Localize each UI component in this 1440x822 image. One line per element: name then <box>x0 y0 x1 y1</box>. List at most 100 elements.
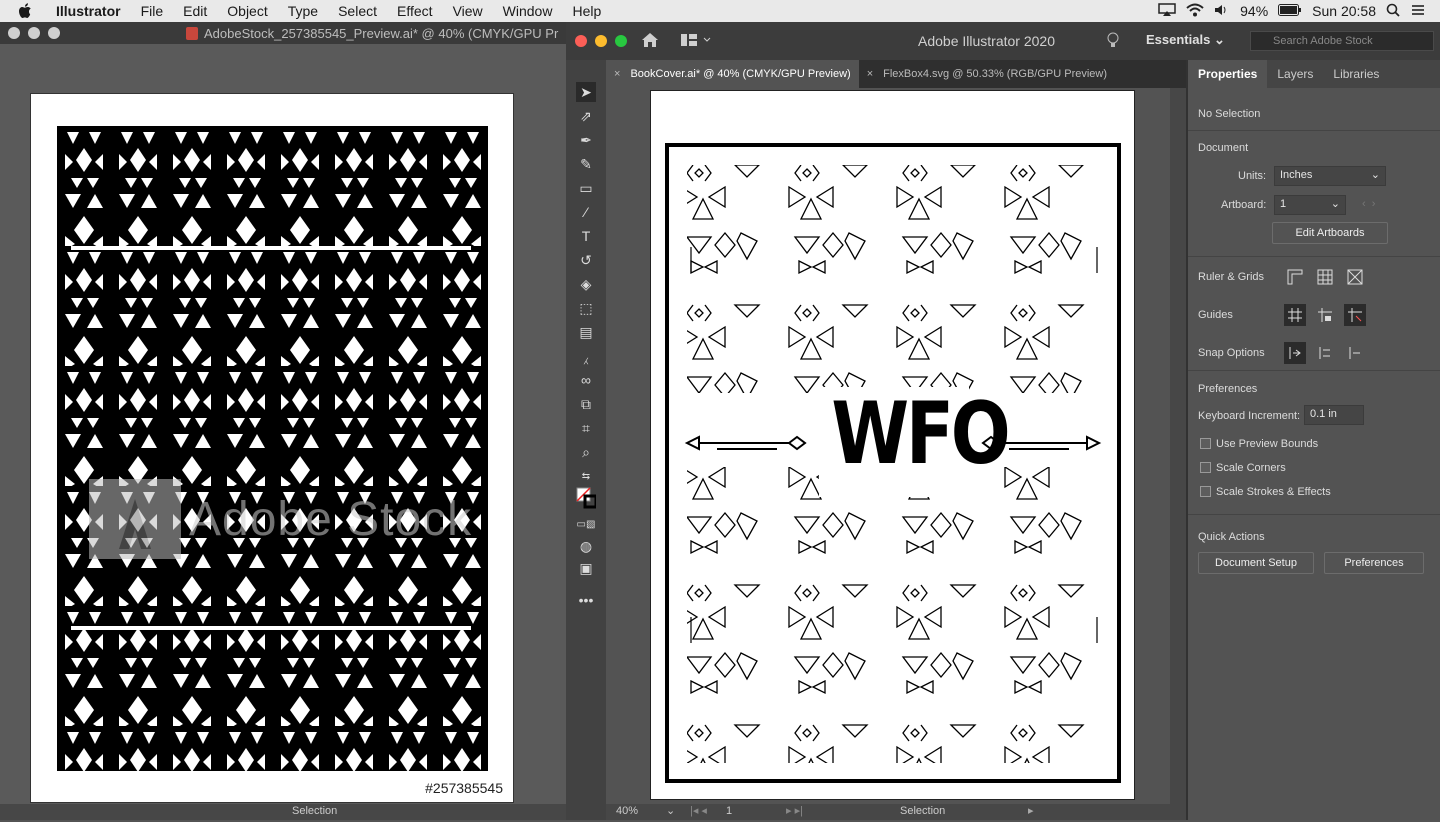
menu-file[interactable]: File <box>131 3 174 19</box>
ruler-grids-label: Ruler & Grids <box>1198 271 1265 283</box>
edit-artboards-button[interactable]: Edit Artboards <box>1272 222 1388 244</box>
screen-mode-icon[interactable]: ▣ <box>576 558 596 578</box>
free-transform-tool-icon[interactable]: ⬚ <box>576 298 596 318</box>
scale-corners-checkbox[interactable]: Scale Corners <box>1200 462 1286 474</box>
use-preview-bounds-checkbox[interactable]: Use Preview Bounds <box>1200 438 1318 450</box>
menu-object[interactable]: Object <box>217 3 277 19</box>
status-arrow-icon[interactable]: ▸ <box>1028 804 1034 817</box>
tab-flexbox[interactable]: × FlexBox4.svg @ 50.33% (RGB/GPU Preview… <box>859 60 1115 88</box>
curvature-tool-icon[interactable]: ✎ <box>576 154 596 174</box>
close-window-button[interactable] <box>575 35 587 47</box>
zoom-tool-icon[interactable]: ⌕ <box>576 442 596 462</box>
draw-mode-icon[interactable]: ◍ <box>576 536 596 556</box>
gradient-tool-icon[interactable]: ▤ <box>576 322 596 342</box>
scale-strokes-effects-checkbox[interactable]: Scale Strokes & Effects <box>1200 486 1331 498</box>
zoom-window-button[interactable] <box>48 27 60 39</box>
tab-bookcover[interactable]: × BookCover.ai* @ 40% (CMYK/GPU Preview) <box>606 60 859 88</box>
adobe-stock-search-input[interactable]: Search Adobe Stock <box>1250 31 1434 51</box>
selection-tool-icon[interactable]: ➤ <box>576 82 596 102</box>
menu-window[interactable]: Window <box>493 3 563 19</box>
paintbrush-tool-icon[interactable]: ⁄ <box>576 202 596 222</box>
artboard-select[interactable]: 1 ⌄ <box>1274 195 1346 215</box>
minimize-window-button[interactable] <box>28 27 40 39</box>
more-tools-icon[interactable]: ••• <box>576 590 596 610</box>
arrange-documents-icon[interactable] <box>680 32 712 51</box>
right-status-tool[interactable]: Selection <box>900 805 945 817</box>
menu-select[interactable]: Select <box>328 3 387 19</box>
zoom-dropdown-icon[interactable]: ⌄ <box>666 804 675 817</box>
artboard-prev-icon[interactable]: ‹ › <box>1362 198 1375 210</box>
clock[interactable]: Sun 20:58 <box>1312 3 1376 19</box>
fill-stroke-swatch-icon[interactable] <box>576 487 596 509</box>
menu-type[interactable]: Type <box>278 3 328 19</box>
minimize-window-button[interactable] <box>595 35 607 47</box>
artboard-label: Artboard: <box>1221 199 1267 211</box>
close-window-button[interactable] <box>8 27 20 39</box>
battery-percent: 94% <box>1240 3 1269 19</box>
snap-to-pixel-icon[interactable] <box>1344 342 1366 364</box>
menu-view[interactable]: View <box>443 3 493 19</box>
lock-guides-icon[interactable] <box>1314 304 1336 326</box>
show-guides-icon[interactable] <box>1284 304 1306 326</box>
menu-help[interactable]: Help <box>562 3 611 19</box>
eraser-tool-icon[interactable]: ◈ <box>576 274 596 294</box>
type-tool-icon[interactable]: T <box>576 226 596 246</box>
workspace-switcher[interactable]: Essentials ⌄ <box>1146 32 1225 48</box>
cover-title-text[interactable]: WFO <box>831 391 1010 477</box>
discover-lightbulb-icon[interactable] <box>1106 32 1120 53</box>
artboard-tool-icon[interactable]: ⌗ <box>576 418 596 438</box>
menu-app-name[interactable]: Illustrator <box>46 3 131 19</box>
color-mode-icon[interactable]: ▭▧ <box>576 514 596 534</box>
units-select[interactable]: Inches ⌄ <box>1274 166 1386 186</box>
vertical-scrollbar[interactable] <box>1170 88 1186 804</box>
tab-layers[interactable]: Layers <box>1267 60 1323 88</box>
home-icon[interactable] <box>640 31 660 52</box>
stock-preview-artboard[interactable]: Adobe Stock #257385545 <box>30 93 514 803</box>
close-tab-icon[interactable]: × <box>867 68 873 80</box>
snap-to-point-icon[interactable] <box>1284 342 1306 364</box>
artboard-number-field[interactable]: 1 <box>726 805 732 817</box>
bookcover-artboard[interactable]: WFO <box>650 90 1135 800</box>
rectangle-tool-icon[interactable]: ▭ <box>576 178 596 198</box>
checkbox-label: Use Preview Bounds <box>1216 438 1319 450</box>
artboard-nav-first-icon[interactable]: |◂ ◂ <box>690 804 707 817</box>
keyboard-increment-input[interactable]: 0.1 in <box>1304 405 1364 425</box>
checkbox-box[interactable] <box>1200 462 1211 473</box>
shape-builder-tool-icon[interactable]: ⧉ <box>576 394 596 414</box>
close-tab-icon[interactable]: × <box>614 68 620 80</box>
tab-libraries[interactable]: Libraries <box>1323 60 1389 88</box>
blend-tool-icon[interactable]: ∞ <box>576 370 596 390</box>
airplay-icon[interactable] <box>1158 2 1176 20</box>
rulers-icon[interactable] <box>1284 266 1306 288</box>
left-window-titlebar[interactable]: AdobeStock_257385545_Preview.ai* @ 40% (… <box>0 22 566 44</box>
apple-icon[interactable] <box>18 3 40 19</box>
checkbox-box[interactable] <box>1200 438 1211 449</box>
tab-properties[interactable]: Properties <box>1188 60 1268 88</box>
perspective-grid-icon[interactable] <box>1344 266 1366 288</box>
control-center-icon[interactable] <box>1410 3 1426 19</box>
preferences-button[interactable]: Preferences <box>1324 552 1424 574</box>
grid-icon[interactable] <box>1314 266 1336 288</box>
document-setup-button[interactable]: Document Setup <box>1198 552 1314 574</box>
smart-guides-icon[interactable] <box>1344 304 1366 326</box>
pen-tool-icon[interactable]: ✒ <box>576 130 596 150</box>
app-titlebar[interactable]: Adobe Illustrator 2020 Essentials ⌄ Sear… <box>566 22 1440 60</box>
volume-icon[interactable] <box>1214 3 1230 20</box>
rotate-tool-icon[interactable]: ↺ <box>576 250 596 270</box>
spotlight-search-icon[interactable] <box>1386 3 1400 20</box>
menu-edit[interactable]: Edit <box>173 3 217 19</box>
direct-selection-tool-icon[interactable]: ⇗ <box>576 106 596 126</box>
zoom-level-field[interactable]: 40% <box>616 805 638 817</box>
wifi-icon[interactable] <box>1186 3 1204 20</box>
artboard-nav-next-icon[interactable]: ▸ ▸| <box>786 804 803 817</box>
swap-fill-stroke-icon[interactable]: ⇆ <box>576 466 596 486</box>
zoom-window-button[interactable] <box>615 35 627 47</box>
black-pattern-artwork <box>57 126 488 771</box>
battery-icon[interactable] <box>1278 3 1302 19</box>
menu-effect[interactable]: Effect <box>387 3 443 19</box>
checkbox-box[interactable] <box>1200 486 1211 497</box>
eyedropper-tool-icon[interactable]: ⁁ <box>576 346 596 366</box>
snap-to-grid-icon[interactable] <box>1314 342 1336 364</box>
document-canvas[interactable]: WFO <box>606 88 1186 822</box>
left-status-tool[interactable]: Selection <box>292 805 337 817</box>
